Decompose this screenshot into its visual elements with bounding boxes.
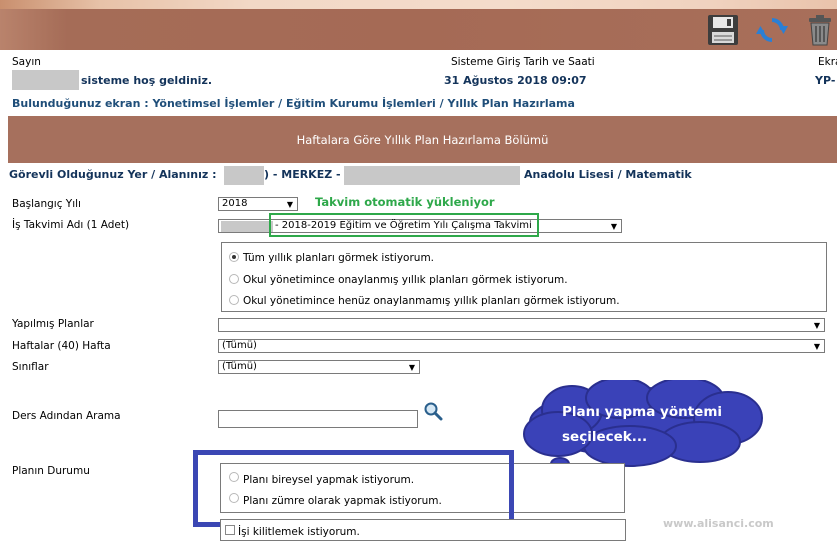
classes-label: Sınıflar [12, 361, 49, 373]
radio-unapproved-plans[interactable] [229, 295, 239, 305]
delete-icon[interactable] [803, 13, 837, 47]
chevron-down-icon: ▼ [813, 321, 820, 330]
classes-select[interactable]: (Tümü) ▼ [218, 360, 420, 374]
start-year-label: Başlangıç Yılı [12, 198, 81, 210]
auto-load-note: Takvim otomatik yükleniyor [315, 195, 495, 209]
start-year-select[interactable]: 2018 ▼ [218, 197, 298, 211]
search-input[interactable] [218, 410, 418, 428]
search-label: Ders Adından Arama [12, 410, 121, 422]
plan-status-label: Planın Durumu [12, 465, 90, 477]
chevron-down-icon: ▼ [813, 342, 820, 351]
cloud-text-line1: Planı yapma yöntemi [562, 404, 723, 420]
start-year-value: 2018 [222, 198, 248, 209]
login-label: Sisteme Giriş Tarih ve Saati [451, 56, 595, 68]
chevron-down-icon: ▼ [286, 200, 293, 209]
calendar-code-redacted [221, 221, 273, 232]
login-datetime: 31 Ağustos 2018 09:07 [444, 74, 587, 87]
calendar-highlight-box [269, 213, 539, 237]
top-banner [0, 0, 837, 9]
chevron-down-icon: ▼ [610, 222, 617, 231]
school-text: Anadolu Lisesi / Matematik [524, 168, 692, 181]
section-title: Haftalara Göre Yıllık Plan Hazırlama Böl… [296, 133, 549, 147]
weeks-select[interactable]: (Tümü) ▼ [218, 339, 825, 353]
chevron-down-icon: ▼ [408, 363, 415, 372]
duty-location-label: Görevli Olduğunuz Yer / Alanınız : [9, 168, 217, 181]
lock-label: İşi kilitlemek istiyorum. [238, 526, 360, 538]
cloud-text-line2: seçilecek... [562, 429, 648, 445]
user-name-redacted [12, 70, 79, 90]
refresh-icon[interactable] [755, 13, 789, 47]
greeting-label: Sayın [12, 56, 41, 68]
radio-all-plans-label: Tüm yıllık planları görmek istiyorum. [243, 252, 435, 264]
weeks-label: Haftalar (40) Hafta [12, 340, 111, 352]
section-header: Haftalara Göre Yıllık Plan Hazırlama Böl… [8, 116, 837, 163]
classes-value: (Tümü) [222, 361, 257, 372]
merkez-text: ) - MERKEZ - [264, 168, 341, 181]
school-name-redacted [344, 166, 520, 185]
plan-status-highlight-box [193, 450, 514, 527]
search-icon[interactable] [423, 401, 443, 424]
radio-unapproved-plans-label: Okul yönetimince henüz onaylanmamış yıll… [243, 295, 620, 307]
made-plans-label: Yapılmış Planlar [12, 318, 94, 330]
screen-label: Ekra [818, 56, 837, 68]
district-redacted [224, 166, 264, 185]
save-icon[interactable] [706, 13, 740, 47]
yp-code: YP- [815, 74, 836, 87]
weeks-value: (Tümü) [222, 340, 257, 351]
radio-approved-plans-label: Okul yönetimince onaylanmış yıllık planl… [243, 274, 568, 286]
watermark: www.alisanci.com [663, 517, 774, 530]
radio-approved-plans[interactable] [229, 274, 239, 284]
made-plans-select[interactable]: ▼ [218, 318, 825, 332]
radio-all-plans[interactable] [229, 252, 239, 262]
breadcrumb: Bulunduğunuz ekran : Yönetimsel İşlemler… [12, 97, 575, 110]
welcome-text: sisteme hoş geldiniz. [81, 74, 213, 87]
calendar-label: İş Takvimi Adı (1 Adet) [12, 219, 130, 231]
lock-checkbox[interactable] [225, 525, 235, 535]
